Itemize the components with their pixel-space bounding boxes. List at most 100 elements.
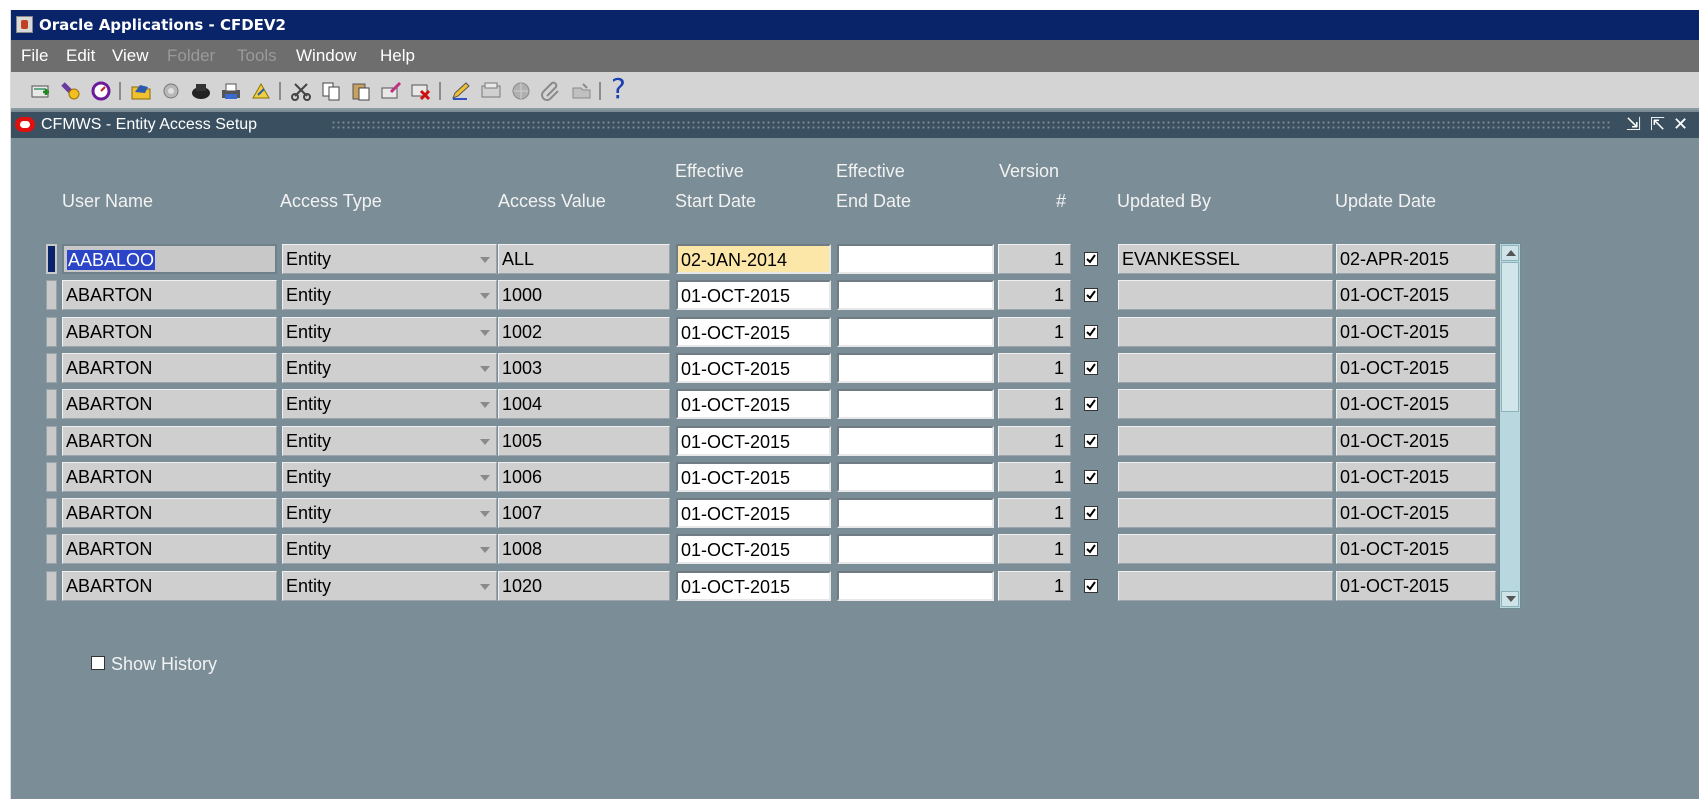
user-name-field[interactable]: ABARTON <box>62 280 277 310</box>
chevron-down-icon[interactable] <box>480 439 490 445</box>
menu-view[interactable]: View <box>112 40 149 72</box>
row-indicator[interactable] <box>46 317 57 347</box>
effective-start-date-field[interactable]: 01-OCT-2015 <box>676 462 831 492</box>
row-indicator[interactable] <box>46 534 57 564</box>
row-enabled-checkbox[interactable] <box>1084 470 1098 484</box>
row-indicator[interactable] <box>46 571 57 601</box>
edit-field-icon[interactable] <box>449 80 473 102</box>
access-type-dropdown[interactable]: Entity <box>282 571 497 601</box>
access-value-field[interactable]: 1000 <box>498 280 670 310</box>
new-record-icon[interactable] <box>29 80 53 102</box>
user-name-field[interactable]: ABARTON <box>62 353 277 383</box>
effective-end-date-field[interactable] <box>837 244 994 274</box>
effective-start-date-field[interactable]: 01-OCT-2015 <box>676 317 831 347</box>
effective-start-date-field[interactable]: 01-OCT-2015 <box>676 389 831 419</box>
access-value-field[interactable]: 1005 <box>498 426 670 456</box>
access-value-field[interactable]: 1008 <box>498 534 670 564</box>
row-indicator[interactable] <box>46 353 57 383</box>
translations-icon[interactable] <box>509 80 533 102</box>
access-type-dropdown[interactable]: Entity <box>282 280 497 310</box>
row-indicator[interactable] <box>46 498 57 528</box>
row-enabled-checkbox[interactable] <box>1084 252 1098 266</box>
access-value-field[interactable]: 1004 <box>498 389 670 419</box>
close-icon[interactable]: ✕ <box>1673 114 1688 136</box>
row-indicator[interactable] <box>46 280 57 310</box>
row-indicator[interactable] <box>46 244 57 274</box>
close-form-icon[interactable] <box>249 80 273 102</box>
delete-row-icon[interactable] <box>409 80 433 102</box>
effective-start-date-field[interactable]: 01-OCT-2015 <box>676 534 831 564</box>
access-type-dropdown[interactable]: Entity <box>282 462 497 492</box>
records-scrollbar[interactable] <box>1499 243 1521 609</box>
row-enabled-checkbox[interactable] <box>1084 506 1098 520</box>
chevron-down-icon[interactable] <box>480 293 490 299</box>
user-name-field[interactable]: ABARTON <box>62 462 277 492</box>
menu-file[interactable]: File <box>21 40 48 72</box>
minimize-icon[interactable]: ⇲ <box>1626 114 1641 136</box>
access-type-dropdown[interactable]: Entity <box>282 534 497 564</box>
access-type-dropdown[interactable]: Entity <box>282 498 497 528</box>
maximize-icon[interactable]: ⇱ <box>1650 114 1665 136</box>
access-value-field[interactable]: 1002 <box>498 317 670 347</box>
effective-start-date-field[interactable]: 01-OCT-2015 <box>676 280 831 310</box>
save-icon[interactable] <box>159 80 183 102</box>
access-value-field[interactable]: 1006 <box>498 462 670 492</box>
effective-end-date-field[interactable] <box>837 317 994 347</box>
attachments-icon[interactable] <box>539 80 563 102</box>
effective-end-date-field[interactable] <box>837 498 994 528</box>
row-enabled-checkbox[interactable] <box>1084 579 1098 593</box>
user-name-field[interactable]: AABALOO <box>62 244 277 274</box>
user-name-field[interactable]: ABARTON <box>62 571 277 601</box>
access-type-dropdown[interactable]: Entity <box>282 426 497 456</box>
paste-icon[interactable] <box>349 80 373 102</box>
chevron-down-icon[interactable] <box>480 330 490 336</box>
access-value-field[interactable]: ALL <box>498 244 670 274</box>
user-name-field[interactable]: ABARTON <box>62 498 277 528</box>
menu-help[interactable]: Help <box>380 40 415 72</box>
access-type-dropdown[interactable]: Entity <box>282 317 497 347</box>
user-name-field[interactable]: ABARTON <box>62 534 277 564</box>
access-value-field[interactable]: 1007 <box>498 498 670 528</box>
row-enabled-checkbox[interactable] <box>1084 434 1098 448</box>
chevron-down-icon[interactable] <box>480 511 490 517</box>
chevron-down-icon[interactable] <box>480 475 490 481</box>
access-type-dropdown[interactable]: Entity <box>282 244 497 274</box>
find-icon[interactable] <box>59 80 83 102</box>
access-value-field[interactable]: 1020 <box>498 571 670 601</box>
chevron-down-icon[interactable] <box>480 584 490 590</box>
navigator-icon[interactable] <box>89 80 113 102</box>
chevron-down-icon[interactable] <box>480 547 490 553</box>
next-step-icon[interactable] <box>189 80 213 102</box>
scrollbar-thumb[interactable] <box>1501 262 1519 412</box>
zoom-icon[interactable] <box>479 80 503 102</box>
effective-end-date-field[interactable] <box>837 280 994 310</box>
access-type-dropdown[interactable]: Entity <box>282 389 497 419</box>
effective-start-date-field[interactable]: 01-OCT-2015 <box>676 498 831 528</box>
print-icon[interactable] <box>219 80 243 102</box>
help-icon[interactable]: ? <box>611 74 626 104</box>
chevron-down-icon[interactable] <box>480 257 490 263</box>
row-indicator[interactable] <box>46 426 57 456</box>
user-name-field[interactable]: ABARTON <box>62 317 277 347</box>
effective-end-date-field[interactable] <box>837 353 994 383</box>
effective-start-date-field[interactable]: 02-JAN-2014 <box>676 244 831 274</box>
chevron-down-icon[interactable] <box>480 366 490 372</box>
menu-edit[interactable]: Edit <box>66 40 95 72</box>
effective-start-date-field[interactable]: 01-OCT-2015 <box>676 571 831 601</box>
effective-start-date-field[interactable]: 01-OCT-2015 <box>676 353 831 383</box>
effective-end-date-field[interactable] <box>837 534 994 564</box>
effective-end-date-field[interactable] <box>837 389 994 419</box>
menu-tools[interactable]: Tools <box>237 40 277 72</box>
effective-end-date-field[interactable] <box>837 462 994 492</box>
copy-icon[interactable] <box>319 80 343 102</box>
chevron-down-icon[interactable] <box>480 402 490 408</box>
new-row-icon[interactable] <box>379 80 403 102</box>
user-name-field[interactable]: ABARTON <box>62 426 277 456</box>
row-indicator[interactable] <box>46 389 57 419</box>
cut-icon[interactable] <box>289 80 313 102</box>
checkbox-box[interactable] <box>91 656 105 670</box>
row-indicator[interactable] <box>46 462 57 492</box>
open-folder-icon[interactable] <box>129 80 153 102</box>
menu-folder[interactable]: Folder <box>167 40 215 72</box>
scroll-up-icon[interactable] <box>1501 245 1519 261</box>
